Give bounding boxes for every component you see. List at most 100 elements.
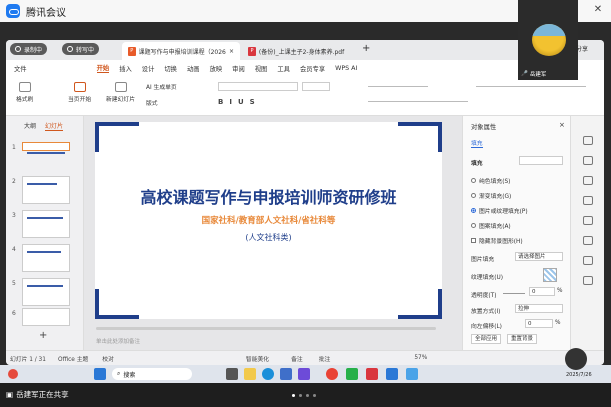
texture-fill-label: 纹理填充(U) [471, 275, 503, 281]
slide-corner-decor [398, 315, 442, 319]
menu-wps-ai[interactable]: WPS AI [335, 65, 357, 72]
option-picture-fill[interactable]: 图片或纹理填充(P) [471, 206, 528, 215]
shapes-icon[interactable] [583, 176, 593, 185]
animation-icon[interactable] [583, 216, 593, 225]
task-view-icon[interactable] [226, 368, 238, 380]
slide-thumbnail-4[interactable] [22, 244, 70, 272]
menu-transition[interactable]: 切换 [164, 64, 177, 73]
windows-start-icon[interactable] [94, 368, 106, 380]
mic-icon: 🎤 [521, 71, 528, 77]
apply-all-button[interactable]: 全部应用 [471, 334, 502, 344]
comments-button[interactable]: 批注 [319, 354, 331, 363]
checkbox-label: 隐藏背景图形(H) [479, 239, 523, 245]
transform-icon[interactable] [583, 236, 593, 245]
fill-type-select[interactable] [519, 156, 563, 165]
page-dot[interactable] [306, 394, 309, 397]
font-size-select[interactable] [302, 82, 330, 91]
share-icon: ▣ [6, 390, 14, 399]
placement-select[interactable]: 拉伸 [515, 304, 563, 313]
format-painter-button[interactable]: 格式刷 [16, 82, 33, 103]
tab-close-icon[interactable]: × [229, 48, 234, 55]
beautify-button[interactable]: 智能美化 [246, 354, 269, 363]
new-slide-button[interactable]: 新建幻灯片 [106, 82, 135, 103]
option-label: 图案填充(A) [479, 224, 511, 230]
option-gradient-fill[interactable]: 渐变填充(G) [471, 191, 511, 200]
font-select[interactable] [218, 82, 298, 91]
menu-insert[interactable]: 插入 [119, 64, 132, 73]
option-pattern-fill[interactable]: 图案填充(A) [471, 221, 511, 230]
menu-home[interactable]: 开始 [96, 63, 110, 73]
font-style-icons[interactable]: BIUS [218, 98, 261, 106]
app-icon[interactable] [298, 368, 310, 380]
wechat-icon[interactable] [346, 368, 358, 380]
transparency-slider[interactable] [503, 293, 525, 294]
play-current-button[interactable]: 当页开始 [68, 82, 91, 103]
offset-input[interactable]: 0 [525, 319, 553, 328]
page-dot[interactable] [313, 394, 316, 397]
option-solid-fill[interactable]: 纯色填充(S) [471, 176, 510, 185]
thumb-content [27, 217, 63, 219]
location-icon[interactable] [583, 196, 593, 205]
notification-badge-icon[interactable] [8, 369, 18, 379]
close-icon[interactable]: ✕ [590, 4, 606, 15]
tab-fill[interactable]: 填充 [471, 138, 483, 148]
app-icon[interactable] [406, 368, 418, 380]
layout-button[interactable]: 版式 [146, 98, 158, 107]
page-dot[interactable] [292, 394, 295, 397]
search-icon: ⌕ [117, 370, 121, 377]
notes-button[interactable]: 备注 [291, 354, 303, 363]
edge-icon[interactable] [262, 368, 274, 380]
backup-icon[interactable] [583, 256, 593, 265]
menu-file[interactable]: 文件 [14, 64, 27, 73]
new-tab-button[interactable]: + [362, 43, 370, 54]
meeting-app-title: 腾讯会议 [26, 7, 66, 19]
mic-button[interactable] [565, 348, 587, 370]
menu-design[interactable]: 设计 [142, 64, 155, 73]
picture-fill-label: 图片填充 [471, 257, 495, 263]
thumb-content [27, 285, 63, 287]
tab-outline[interactable]: 大纲 [24, 121, 36, 131]
hide-background-checkbox[interactable]: 隐藏背景图形(H) [471, 236, 523, 245]
help-icon[interactable] [583, 276, 593, 285]
participant-video-tile[interactable]: 🎤 岳建军 [518, 0, 578, 80]
menu-view[interactable]: 视图 [255, 64, 268, 73]
reset-background-button[interactable]: 重置背景 [507, 334, 538, 344]
zoom-level[interactable]: 57% [414, 355, 427, 361]
slide-1[interactable]: 高校课题写作与申报培训师资研修班 国家社科/教育部人文社科/省社科等 (人文社科… [95, 122, 442, 319]
tencent-meeting-icon[interactable] [386, 368, 398, 380]
tab-pdf-document[interactable]: P (备份)_上课主子2-身体素养.pdf [242, 42, 360, 60]
notes-placeholder[interactable]: 单击此处添加备注 [96, 337, 140, 345]
tab-slides[interactable]: 幻灯片 [45, 121, 64, 131]
slide-thumbnail-1[interactable] [22, 142, 70, 154]
picture-fill-select[interactable]: 请选择图片 [515, 252, 563, 261]
menu-slideshow[interactable]: 放映 [210, 64, 223, 73]
transparency-input[interactable]: 0 [529, 287, 555, 296]
panel-close-icon[interactable]: × [559, 121, 565, 129]
add-slide-button[interactable]: + [39, 330, 47, 341]
slide-thumbnail-2[interactable] [22, 176, 70, 204]
tab-ppt-document[interactable]: P 课题写作与申报培训课程（2026年... × [122, 42, 240, 60]
texture-swatch[interactable] [543, 268, 557, 282]
page-dot[interactable] [299, 394, 302, 397]
search-box[interactable]: ⌕ 搜索 [112, 368, 192, 380]
store-icon[interactable] [280, 368, 292, 380]
horizontal-scrollbar[interactable] [96, 327, 436, 330]
properties-icon[interactable] [583, 136, 593, 145]
menu-review[interactable]: 审阅 [232, 64, 245, 73]
ai-generate-button[interactable]: AI 生成单页 [146, 82, 177, 91]
menu-animation[interactable]: 动画 [187, 64, 200, 73]
menu-member[interactable]: 会员专享 [300, 64, 325, 73]
play-icon [73, 82, 86, 92]
option-label: 图片或纹理填充(P) [479, 209, 528, 215]
slide-thumbnail-5[interactable] [22, 278, 70, 306]
menu-tools[interactable]: 工具 [277, 64, 290, 73]
wps-icon[interactable] [366, 368, 378, 380]
chrome-icon[interactable] [326, 368, 338, 380]
slide-corner-decor [95, 122, 139, 126]
slide-thumbnail-3[interactable] [22, 210, 70, 238]
slide-canvas: 高校课题写作与申报培训师资研修班 国家社科/教育部人文社科/省社科等 (人文社科… [84, 116, 462, 350]
star-icon[interactable] [583, 156, 593, 165]
slide-thumbnail-6[interactable] [22, 308, 70, 326]
proofing-button[interactable]: 校对 [102, 354, 114, 363]
file-explorer-icon[interactable] [244, 368, 256, 380]
